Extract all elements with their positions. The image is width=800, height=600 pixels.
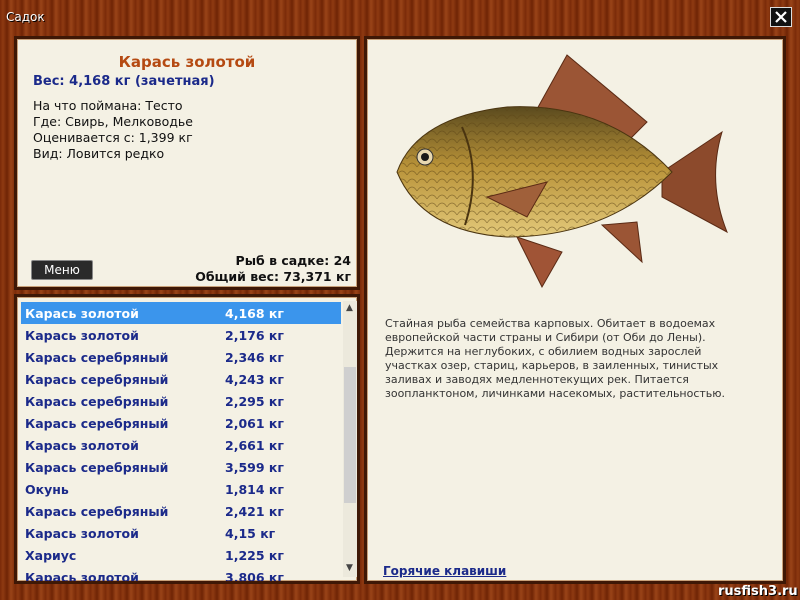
list-item[interactable]: Карась серебряный 2,421 кг: [21, 500, 341, 522]
list-item-name: Карась серебряный: [25, 460, 169, 475]
close-icon: [775, 11, 787, 23]
fish-kind: Вид: Ловится редко: [33, 146, 165, 161]
hotkeys-link[interactable]: Горячие клавиши: [383, 564, 506, 578]
list-item-name: Карась золотой: [25, 570, 139, 584]
list-item-weight: 4,243 кг: [225, 372, 284, 387]
list-item-name: Карась золотой: [25, 306, 139, 321]
catch-list-panel: Карась золотой 4,168 кг Карась золотой 2,17…: [14, 294, 360, 584]
list-item[interactable]: Карась золотой 2,661 кг: [21, 434, 341, 456]
list-item[interactable]: Карась серебряный 2,346 кг: [21, 346, 341, 368]
list-item-weight: 3,599 кг: [225, 460, 284, 475]
list-item[interactable]: Карась золотой 3,806 кг: [21, 566, 341, 584]
window-title: Садок: [6, 10, 45, 24]
list-item-name: Карась золотой: [25, 328, 139, 343]
list-item-weight: 2,295 кг: [225, 394, 284, 409]
scroll-thumb[interactable]: [344, 367, 356, 503]
list-item[interactable]: Карась серебряный 3,599 кг: [21, 456, 341, 478]
list-item[interactable]: Карась серебряный 2,061 кг: [21, 412, 341, 434]
close-button[interactable]: [770, 7, 792, 27]
list-item-name: Окунь: [25, 482, 69, 497]
list-item[interactable]: Карась серебряный 4,243 кг: [21, 368, 341, 390]
list-item-weight: 4,15 кг: [225, 526, 276, 541]
fish-valued: Оценивается с: 1,399 кг: [33, 130, 193, 145]
list-item-name: Карась золотой: [25, 526, 139, 541]
list-item-weight: 3,806 кг: [225, 570, 284, 584]
site-watermark: rusfish3.ru: [718, 584, 798, 599]
list-item-name: Карась серебряный: [25, 372, 169, 387]
fish-name: Карась золотой: [118, 53, 256, 71]
arrow-up-icon[interactable]: ▲: [346, 303, 353, 313]
list-item[interactable]: Хариус 1,225 кг: [21, 544, 341, 566]
list-item-weight: 2,061 кг: [225, 416, 284, 431]
list-item-name: Карась серебряный: [25, 394, 169, 409]
scrollbar[interactable]: ▲ ▼: [343, 301, 357, 577]
list-item-name: Карась золотой: [25, 438, 139, 453]
fish-illustration: [396, 54, 728, 289]
list-item-weight: 2,176 кг: [225, 328, 284, 343]
list-item[interactable]: Карась золотой 4,168 кг: [21, 302, 341, 324]
list-item[interactable]: Карась серебряный 2,295 кг: [21, 390, 341, 412]
fish-weight: Вес: 4,168 кг (зачетная): [33, 74, 215, 89]
catch-list: Карась золотой 4,168 кг Карась золотой 2,17…: [21, 302, 341, 584]
list-item[interactable]: Карась золотой 2,176 кг: [21, 324, 341, 346]
total-weight: Общий вес: 73,371 кг: [195, 269, 351, 284]
title-bar: Садок: [0, 0, 800, 36]
list-item-weight: 2,421 кг: [225, 504, 284, 519]
list-item-name: Хариус: [25, 548, 77, 563]
list-item[interactable]: Окунь 1,814 кг: [21, 478, 341, 500]
fish-info-panel: Карась золотой Вес: 4,168 кг (зачетная) …: [14, 36, 360, 290]
arrow-down-icon[interactable]: ▼: [346, 563, 353, 573]
fish-count: Рыб в садке: 24: [235, 253, 351, 268]
list-item-weight: 2,661 кг: [225, 438, 284, 453]
menu-button[interactable]: Меню: [31, 260, 93, 280]
list-item-name: Карась серебряный: [25, 416, 169, 431]
list-item-name: Карась серебряный: [25, 504, 169, 519]
list-item-weight: 1,225 кг: [225, 548, 284, 563]
fish-detail-panel: Стайная рыба семейства карповых. Обитает…: [364, 36, 786, 584]
fish-bait: На что поймана: Тесто: [33, 98, 183, 113]
fish-description: Стайная рыба семейства карповых. Обитает…: [385, 317, 726, 400]
list-item-weight: 2,346 кг: [225, 350, 284, 365]
fish-location: Где: Свирь, Мелководье: [33, 114, 193, 129]
list-item-weight: 1,814 кг: [225, 482, 284, 497]
list-item-weight: 4,168 кг: [225, 306, 284, 321]
list-item-name: Карась серебряный: [25, 350, 169, 365]
list-item[interactable]: Карась золотой 4,15 кг: [21, 522, 341, 544]
